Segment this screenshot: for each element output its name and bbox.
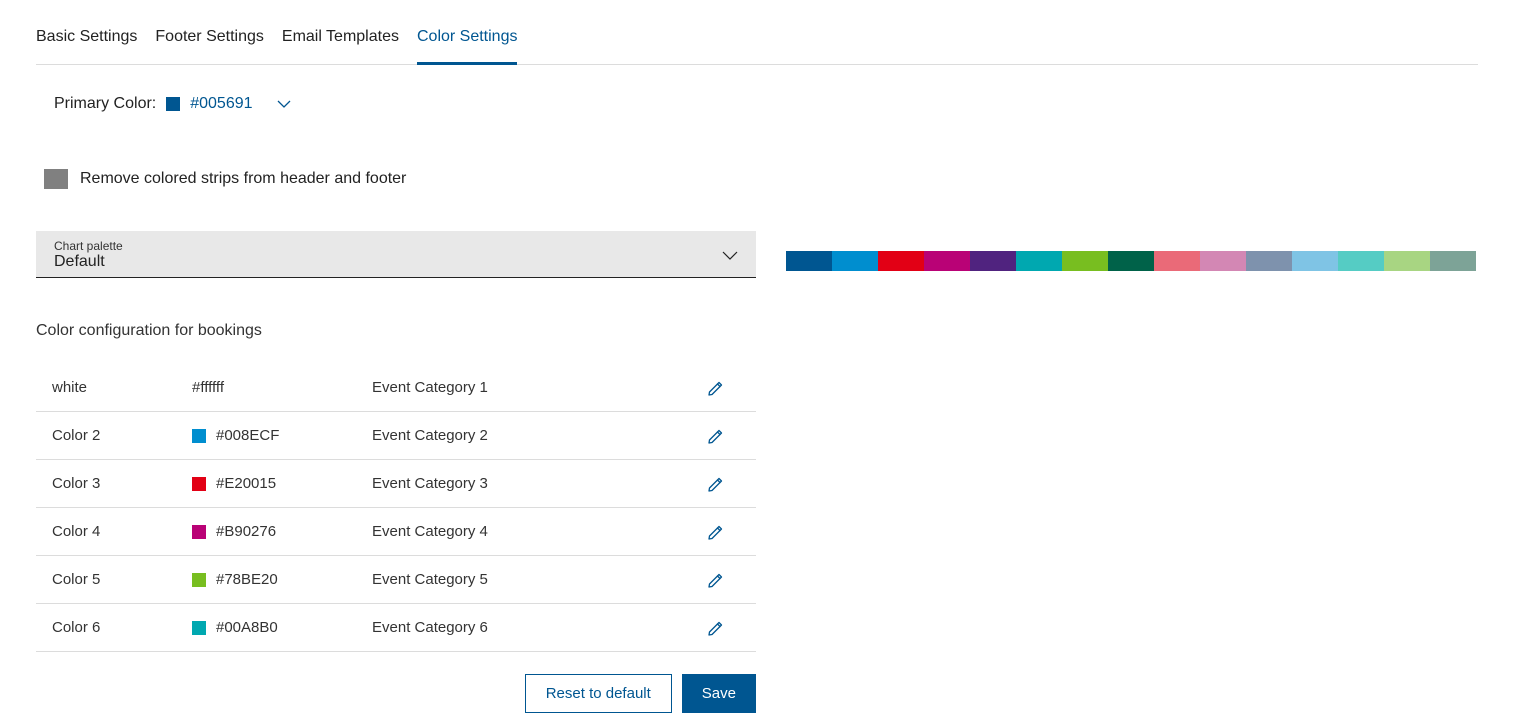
color-swatch	[192, 573, 206, 587]
color-name: Color 2	[52, 427, 192, 444]
remove-strips-label: Remove colored strips from header and fo…	[80, 170, 406, 188]
color-name: Color 3	[52, 475, 192, 492]
color-swatch	[192, 525, 206, 539]
color-name: white	[52, 379, 192, 396]
palette-swatch	[1108, 251, 1154, 271]
event-category: Event Category 5	[372, 571, 676, 588]
color-hex-cell: #E20015	[192, 475, 372, 492]
color-name: Color 4	[52, 523, 192, 540]
palette-swatch	[1246, 251, 1292, 271]
color-hex-cell: #008ECF	[192, 427, 372, 444]
event-category: Event Category 2	[372, 427, 676, 444]
palette-swatch	[832, 251, 878, 271]
color-hex: #ffffff	[192, 379, 224, 396]
palette-swatch	[1292, 251, 1338, 271]
save-button[interactable]: Save	[682, 674, 756, 713]
color-hex: #B90276	[216, 523, 276, 540]
tab-basic-settings[interactable]: Basic Settings	[36, 28, 137, 65]
color-hex-cell: #ffffff	[192, 379, 372, 396]
palette-swatch	[786, 251, 832, 271]
color-swatch	[192, 621, 206, 635]
table-row: Color 4 #B90276 Event Category 4	[36, 508, 756, 556]
primary-color-swatch	[166, 97, 180, 111]
palette-swatch	[924, 251, 970, 271]
chart-palette-preview	[786, 251, 1476, 271]
table-row: Color 3 #E20015 Event Category 3	[36, 460, 756, 508]
primary-color-row: Primary Color: #005691	[54, 95, 1478, 113]
color-hex: #78BE20	[216, 571, 278, 588]
palette-swatch	[878, 251, 924, 271]
chart-palette-select[interactable]: Chart palette Default	[36, 231, 756, 278]
pencil-icon[interactable]	[707, 571, 725, 589]
button-row: Reset to default Save	[36, 674, 756, 713]
tabs: Basic Settings Footer Settings Email Tem…	[36, 0, 1478, 65]
chart-palette-value: Default	[54, 253, 123, 271]
pencil-icon[interactable]	[707, 523, 725, 541]
color-hex: #00A8B0	[216, 619, 278, 636]
chart-palette-label: Chart palette	[54, 239, 123, 253]
tab-footer-settings[interactable]: Footer Settings	[155, 28, 264, 65]
event-category: Event Category 4	[372, 523, 676, 540]
chevron-down-icon	[722, 251, 738, 260]
palette-swatch	[1430, 251, 1476, 271]
pencil-icon[interactable]	[707, 427, 725, 445]
table-row: Color 6 #00A8B0 Event Category 6	[36, 604, 756, 652]
primary-color-hex[interactable]: #005691	[190, 95, 252, 113]
palette-swatch	[1338, 251, 1384, 271]
table-row: Color 5 #78BE20 Event Category 5	[36, 556, 756, 604]
table-row: white#ffffff Event Category 1	[36, 364, 756, 412]
pencil-icon[interactable]	[707, 379, 725, 397]
palette-swatch	[1154, 251, 1200, 271]
color-swatch	[192, 429, 206, 443]
event-category: Event Category 1	[372, 379, 676, 396]
color-hex: #008ECF	[216, 427, 279, 444]
color-hex: #E20015	[216, 475, 276, 492]
table-row: Color 2 #008ECF Event Category 2	[36, 412, 756, 460]
remove-strips-checkbox[interactable]	[44, 169, 68, 189]
palette-swatch	[1384, 251, 1430, 271]
primary-color-label: Primary Color:	[54, 95, 156, 113]
color-name: Color 5	[52, 571, 192, 588]
color-config-table: white#ffffff Event Category 1 Color 2 #008E…	[36, 364, 756, 652]
color-hex-cell: #78BE20	[192, 571, 372, 588]
pencil-icon[interactable]	[707, 475, 725, 493]
color-hex-cell: #00A8B0	[192, 619, 372, 636]
palette-swatch	[1016, 251, 1062, 271]
color-config-heading: Color configuration for bookings	[36, 322, 756, 340]
event-category: Event Category 6	[372, 619, 676, 636]
chevron-down-icon[interactable]	[277, 100, 291, 108]
palette-swatch	[1200, 251, 1246, 271]
color-hex-cell: #B90276	[192, 523, 372, 540]
tab-color-settings[interactable]: Color Settings	[417, 28, 518, 65]
color-swatch	[192, 477, 206, 491]
palette-swatch	[970, 251, 1016, 271]
color-name: Color 6	[52, 619, 192, 636]
tab-email-templates[interactable]: Email Templates	[282, 28, 399, 65]
remove-strips-row: Remove colored strips from header and fo…	[44, 169, 1478, 189]
reset-to-default-button[interactable]: Reset to default	[525, 674, 672, 713]
pencil-icon[interactable]	[707, 619, 725, 637]
event-category: Event Category 3	[372, 475, 676, 492]
palette-swatch	[1062, 251, 1108, 271]
